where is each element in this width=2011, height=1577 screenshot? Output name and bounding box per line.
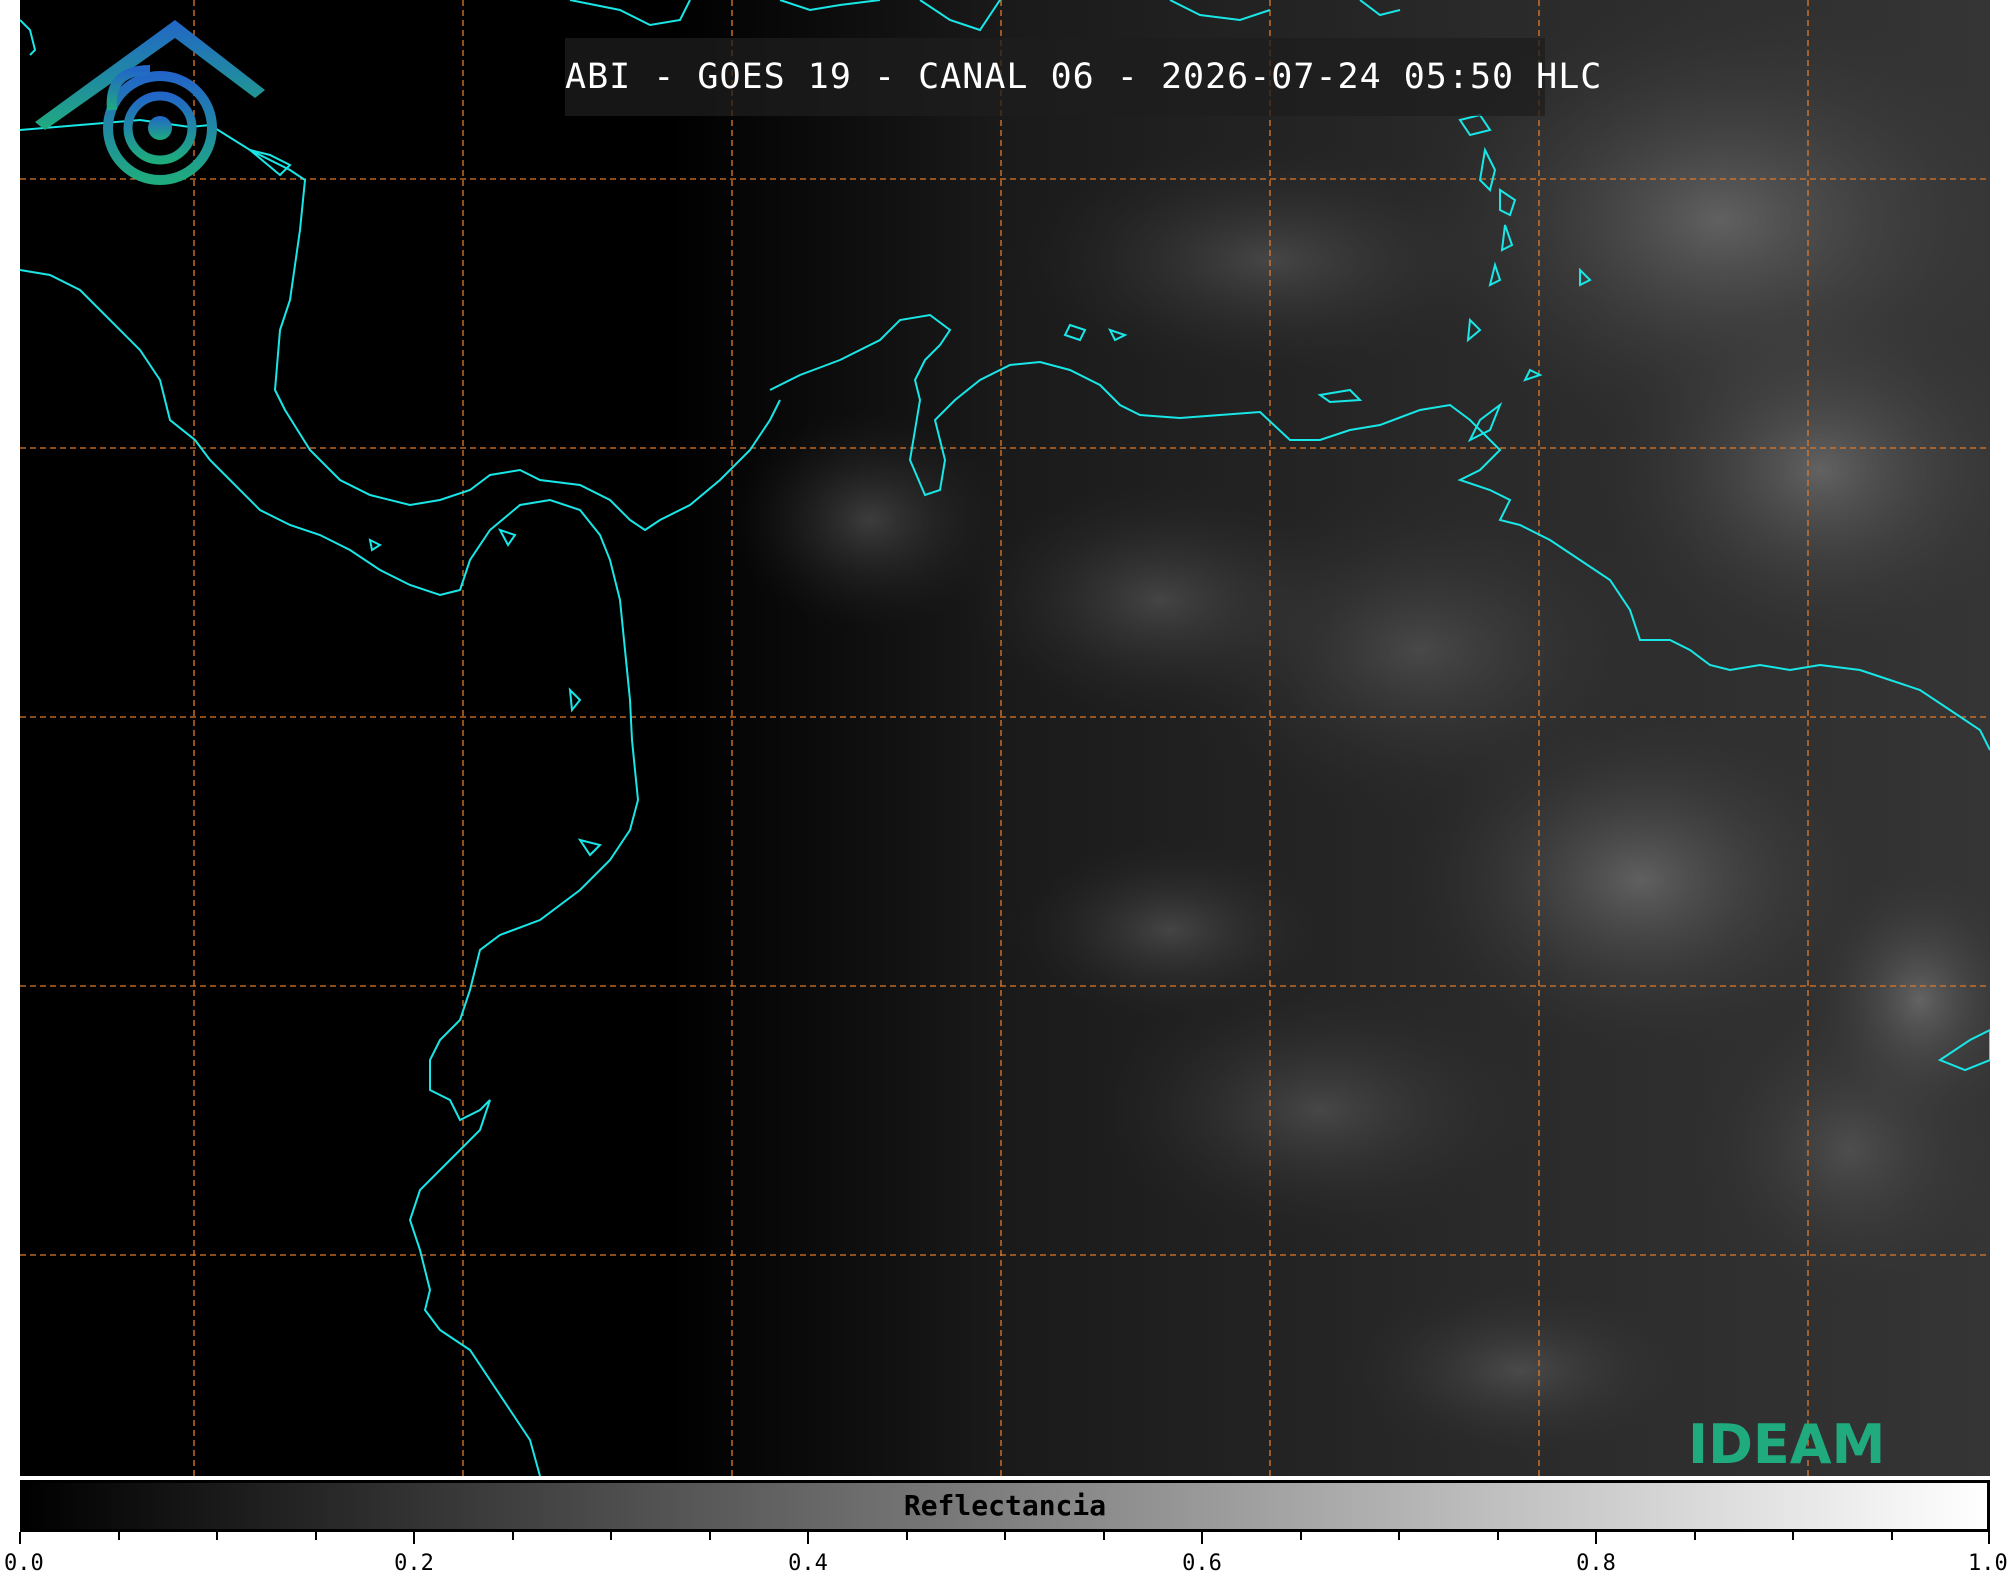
map-canvas xyxy=(20,0,1990,1476)
colorbar-minor-tick xyxy=(1890,1532,1893,1540)
colorbar-minor-tick xyxy=(314,1532,317,1540)
colorbar-minor-tick xyxy=(511,1532,514,1540)
colorbar-minor-tick xyxy=(708,1532,711,1540)
colorbar-minor-tick xyxy=(1299,1532,1302,1540)
logo-wordmark: IDEAM xyxy=(1688,1413,1886,1476)
colorbar-tick-label: 0.0 xyxy=(4,1551,44,1576)
colorbar-major-tick xyxy=(413,1532,415,1544)
reflectance-colorbar: Reflectancia xyxy=(20,1480,1990,1532)
colorbar-tick-label: 0.4 xyxy=(788,1551,828,1576)
colorbar-minor-tick xyxy=(1496,1532,1499,1540)
colorbar-tick-label: 1.0 xyxy=(1968,1551,2008,1576)
colorbar-major-tick xyxy=(1201,1532,1203,1544)
colorbar-minor-tick xyxy=(1398,1532,1400,1540)
title-panel: ABI - GOES 19 - CANAL 06 - 2026-07-24 05… xyxy=(565,38,1603,116)
colorbar-major-tick xyxy=(19,1532,21,1544)
colorbar-minor-tick xyxy=(1102,1532,1105,1540)
colorbar-tick-label: 0.8 xyxy=(1576,1551,1616,1576)
colorbar-minor-tick xyxy=(905,1532,908,1540)
colorbar-minor-tick xyxy=(117,1532,120,1540)
colorbar-label: Reflectancia xyxy=(903,1489,1107,1522)
colorbar-tick-label: 0.6 xyxy=(1182,1551,1222,1576)
colorbar-major-tick xyxy=(807,1532,809,1544)
satellite-map[interactable]: ABI - GOES 19 - CANAL 06 - 2026-07-24 05… xyxy=(20,0,1990,1476)
ideam-logo xyxy=(35,20,265,185)
colorbar-minor-tick xyxy=(610,1532,612,1540)
colorbar-major-tick xyxy=(1988,1532,1990,1544)
colorbar-minor-tick xyxy=(216,1532,218,1540)
colorbar-minor-tick xyxy=(1693,1532,1696,1540)
map-title: ABI - GOES 19 - CANAL 06 - 2026-07-24 05… xyxy=(565,57,1603,97)
colorbar-minor-tick xyxy=(1792,1532,1794,1540)
colorbar-minor-tick xyxy=(1004,1532,1006,1540)
colorbar-major-tick xyxy=(1595,1532,1597,1544)
colorbar-tick-label: 0.2 xyxy=(394,1551,434,1576)
